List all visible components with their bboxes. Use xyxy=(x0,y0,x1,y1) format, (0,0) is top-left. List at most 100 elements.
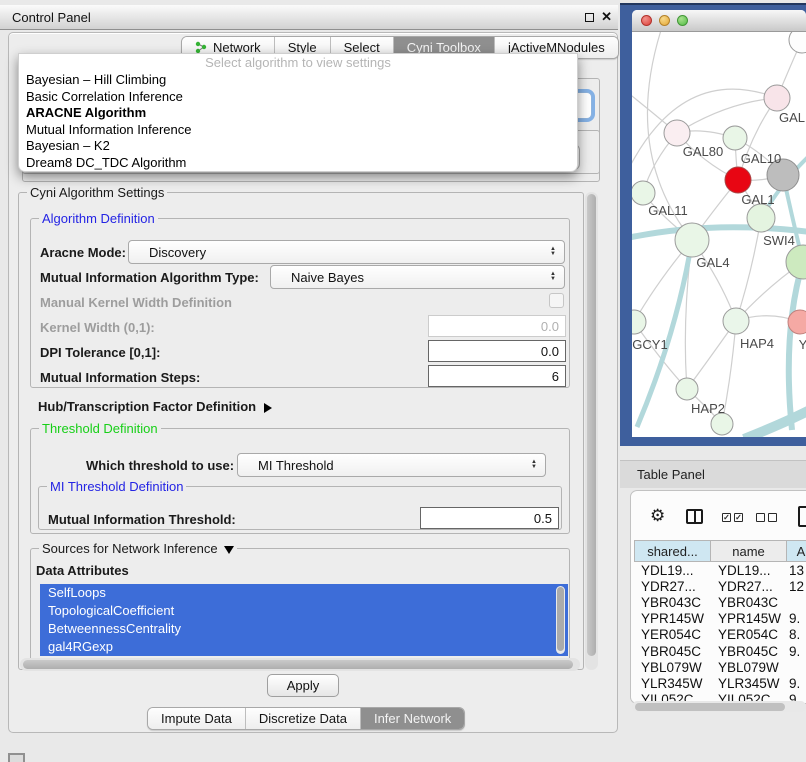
node-swi4[interactable] xyxy=(786,245,806,279)
mi-steps-field[interactable]: 6 xyxy=(428,365,566,387)
node-hap2[interactable] xyxy=(676,378,698,400)
attribute-item[interactable]: gal4RGexp xyxy=(40,638,568,656)
node-top-partial[interactable] xyxy=(789,32,806,53)
checked-checkbox-icon[interactable]: ✓ xyxy=(734,513,743,522)
manual-kernel-checkbox xyxy=(549,293,564,308)
algorithm-option[interactable]: Bayesian – K2 xyxy=(19,138,577,155)
algorithm-option[interactable]: Basic Correlation Inference xyxy=(19,89,577,106)
label-gal-partial: GAL xyxy=(779,110,805,125)
aracne-mode-combo[interactable]: Discovery ▲▼ xyxy=(128,240,565,264)
dpi-tolerance-field[interactable]: 0.0 xyxy=(428,340,566,362)
algorithm-option[interactable]: Mutual Information Inference xyxy=(19,122,577,139)
label-gal11: GAL11 xyxy=(648,203,688,218)
node-gal11[interactable] xyxy=(632,181,655,205)
settings-horizontal-scrollbar[interactable] xyxy=(20,658,580,671)
attribute-item[interactable]: SelfLoops xyxy=(40,584,568,602)
kernel-width-label: Kernel Width (0,1): xyxy=(40,320,155,335)
unchecked-checkbox-icon[interactable] xyxy=(768,513,777,522)
table-row[interactable]: YDL19...YDL19...13 xyxy=(634,562,806,578)
which-threshold-combo[interactable]: MI Threshold ▲▼ xyxy=(237,453,546,477)
node-gal1[interactable] xyxy=(747,204,775,232)
table-panel-title: Table Panel xyxy=(620,467,705,482)
unchecked-checkbox-icon[interactable] xyxy=(756,513,765,522)
zoom-traffic-light-icon[interactable] xyxy=(677,15,688,26)
hub-tf-label: Hub/Transcription Factor Definition xyxy=(38,399,256,414)
mi-threshold-label: Mutual Information Threshold: xyxy=(48,512,236,527)
table-body: YDL19...YDL19...13 YDR27...YDR27...12 YB… xyxy=(634,562,806,701)
close-traffic-light-icon[interactable] xyxy=(641,15,652,26)
node-bottom-partial[interactable] xyxy=(711,413,733,435)
close-icon[interactable]: ✕ xyxy=(601,9,612,25)
apply-label: Apply xyxy=(287,678,320,693)
label-gcy1: GCY1 xyxy=(632,337,667,352)
attribute-item[interactable]: TopologicalCoefficient xyxy=(40,602,568,620)
label-gal1: GAL1 xyxy=(741,192,774,207)
checked-checkbox-icon[interactable]: ✓ xyxy=(722,513,731,522)
mi-threshold-value: 0.5 xyxy=(534,511,552,526)
document-icon[interactable] xyxy=(798,506,806,527)
table-row[interactable]: YBR045CYBR045C9. xyxy=(634,643,806,659)
minimize-traffic-light-icon[interactable] xyxy=(659,15,670,26)
dpi-tolerance-value: 0.0 xyxy=(541,344,559,359)
aracne-mode-label: Aracne Mode: xyxy=(40,245,126,260)
mi-steps-label: Mutual Information Steps: xyxy=(40,370,200,385)
column-header-partial[interactable]: A xyxy=(786,540,806,562)
expand-right-icon xyxy=(264,403,272,413)
table-row[interactable]: YIL052CYIL052C9 xyxy=(634,692,806,702)
network-canvas[interactable]: GAL GAL80 GAL10 GAL1 GAL11 SWI4 GAL4 GCY… xyxy=(632,32,806,437)
table-row[interactable]: YPR145WYPR145W9. xyxy=(634,611,806,627)
aracne-mode-value: Discovery xyxy=(149,245,206,260)
sources-title-label: Sources for Network Inference xyxy=(42,541,218,556)
node-gal7-partial[interactable] xyxy=(764,85,790,111)
mi-steps-value: 6 xyxy=(552,369,559,384)
label-hap2: HAP2 xyxy=(691,401,725,416)
tab-discretize-data[interactable]: Discretize Data xyxy=(246,708,361,729)
kernel-width-field: 0.0 xyxy=(428,315,566,337)
mi-type-combo[interactable]: Naive Bayes ▲▼ xyxy=(270,265,565,289)
label-swi4: SWI4 xyxy=(763,233,795,248)
tab-impute-data[interactable]: Impute Data xyxy=(148,708,246,729)
manual-kernel-label: Manual Kernel Width Definition xyxy=(40,295,232,310)
table-horizontal-scrollbar[interactable] xyxy=(632,701,806,712)
algorithm-definition-title: Algorithm Definition xyxy=(39,211,158,226)
node-gal4[interactable] xyxy=(675,223,709,257)
node-selected-red[interactable] xyxy=(725,167,751,193)
settings-vertical-scrollbar[interactable] xyxy=(585,192,598,670)
algorithm-option[interactable]: Dream8 DC_TDC Algorithm xyxy=(19,155,577,172)
cyni-settings-title: Cyni Algorithm Settings xyxy=(27,185,167,200)
table-row[interactable]: YER054CYER054C8. xyxy=(634,627,806,643)
minimized-panel-icon[interactable] xyxy=(8,753,25,762)
table-row[interactable]: YDR27...YDR27...12 xyxy=(634,578,806,594)
table-row[interactable]: YBL079WYBL079W xyxy=(634,659,806,675)
node-hap4[interactable] xyxy=(723,308,749,334)
network-window-titlebar[interactable] xyxy=(632,10,806,32)
tab-discretize-label: Discretize Data xyxy=(259,711,347,726)
thick-teal-edges xyxy=(632,157,806,437)
columns-icon[interactable] xyxy=(686,509,703,524)
panel-title: Control Panel xyxy=(0,10,91,25)
column-header-shared[interactable]: shared... xyxy=(634,540,711,562)
table-row[interactable]: YBR043CYBR043C xyxy=(634,594,806,610)
gear-icon[interactable]: ⚙ xyxy=(650,506,665,526)
algorithm-option[interactable]: Bayesian – Hill Climbing xyxy=(19,72,577,89)
app-root: Control Panel ✕ Network Style Select Cyn… xyxy=(0,0,806,762)
table-row[interactable]: YLR345WYLR345W9. xyxy=(634,675,806,691)
sources-title[interactable]: Sources for Network Inference xyxy=(39,541,237,556)
attribute-item[interactable]: BetweennessCentrality xyxy=(40,620,568,638)
attribute-list-scrollbar[interactable] xyxy=(556,586,565,654)
float-window-icon[interactable] xyxy=(585,13,594,22)
apply-button[interactable]: Apply xyxy=(267,674,339,697)
data-attributes-list: SelfLoops TopologicalCoefficient Between… xyxy=(40,584,568,656)
node-gal10[interactable] xyxy=(723,126,747,150)
combo-arrows-icon: ▲▼ xyxy=(531,454,537,476)
node-gal80[interactable] xyxy=(664,120,690,146)
hub-tf-definition-toggle[interactable]: Hub/Transcription Factor Definition xyxy=(38,399,272,414)
mi-threshold-field[interactable]: 0.5 xyxy=(420,507,559,529)
column-header-name[interactable]: name xyxy=(711,540,786,562)
tab-infer-network[interactable]: Infer Network xyxy=(361,708,464,729)
algorithm-placeholder: Select algorithm to view settings xyxy=(19,54,577,72)
algorithm-option-selected[interactable]: ARACNE Algorithm xyxy=(19,105,577,122)
node-gcy1[interactable] xyxy=(632,310,646,334)
combo-arrows-icon: ▲▼ xyxy=(550,241,556,263)
control-panel-titlebar: Control Panel ✕ xyxy=(0,5,618,30)
